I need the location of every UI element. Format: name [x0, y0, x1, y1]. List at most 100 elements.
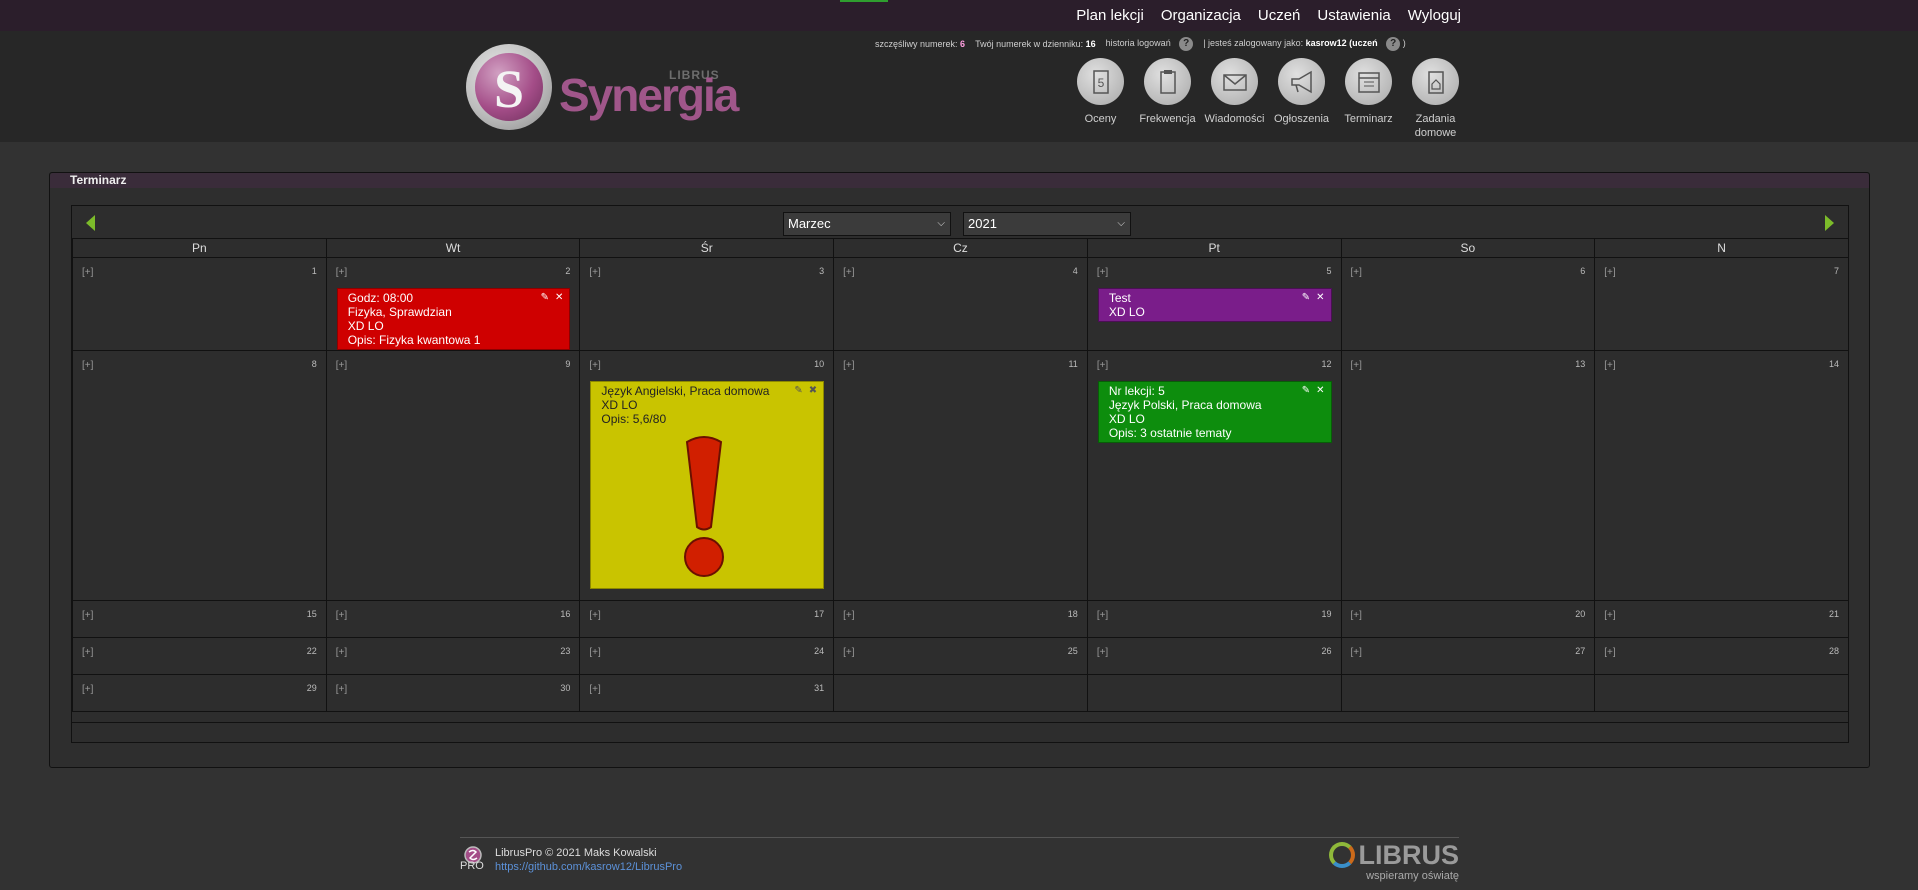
nav-wyloguj[interactable]: Wyloguj — [1408, 7, 1461, 24]
next-month-arrow-icon[interactable] — [1825, 215, 1834, 231]
add-event-button[interactable]: [+] — [843, 360, 854, 371]
calendar-icon — [1345, 58, 1392, 105]
add-event-button[interactable]: [+] — [82, 684, 93, 695]
add-event-button[interactable]: [+] — [1097, 647, 1108, 658]
top-bar: Plan lekcji Organizacja Uczeń Ustawienia… — [0, 0, 1918, 31]
module-zadania-domowe[interactable]: Zadania domowe — [1402, 58, 1469, 140]
weekday-header-row: Pn Wt Śr Cz Pt So N — [72, 238, 1849, 258]
add-event-button[interactable]: [+] — [336, 267, 347, 278]
edit-icon[interactable]: ✎ — [1302, 293, 1310, 303]
weekday-header: So — [1340, 238, 1596, 258]
nav-ustawienia[interactable]: Ustawienia — [1317, 7, 1390, 24]
edit-icon[interactable]: ✎ — [794, 386, 802, 396]
nav-uczen[interactable]: Uczeń — [1258, 7, 1301, 24]
day-cell: [+] 5 Test XD LO ✎ ✕ — [1086, 257, 1342, 351]
add-event-button[interactable]: [+] — [589, 360, 600, 371]
close-icon[interactable]: ✕ — [1316, 386, 1324, 396]
add-event-button[interactable]: [+] — [589, 684, 600, 695]
add-event-button[interactable]: [+] — [336, 360, 347, 371]
day-number: 24 — [814, 646, 825, 656]
lucky-number: szczęśliwy numerek: 6 — [875, 39, 965, 49]
add-event-button[interactable]: [+] — [336, 684, 347, 695]
help-icon[interactable]: ? — [1386, 37, 1401, 51]
event-line: Opis: 5,6/80 — [601, 412, 667, 426]
edit-icon[interactable]: ✎ — [1302, 386, 1310, 396]
add-event-button[interactable]: [+] — [1351, 267, 1362, 278]
add-event-button[interactable]: [+] — [1604, 360, 1615, 371]
module-label: Wiadomości — [1204, 113, 1265, 125]
event-card[interactable]: Godz: 08:00 Fizyka, Sprawdzian XD LO Opi… — [336, 288, 571, 350]
module-label: Zadania domowe — [1414, 113, 1457, 139]
module-oceny[interactable]: 5 Oceny — [1067, 58, 1134, 140]
exclamation-icon — [684, 436, 725, 577]
module-ogloszenia[interactable]: Ogłoszenia — [1268, 58, 1335, 140]
prev-month-arrow-icon[interactable] — [86, 215, 95, 231]
add-event-button[interactable]: [+] — [1097, 267, 1108, 278]
module-frekwencja[interactable]: Frekwencja — [1134, 58, 1201, 140]
weekday-header: Śr — [579, 238, 835, 258]
nav-plan-lekcji[interactable]: Plan lekcji — [1076, 7, 1144, 24]
add-event-button[interactable]: [+] — [589, 267, 600, 278]
add-event-button[interactable]: [+] — [589, 610, 600, 621]
day-number: 4 — [1072, 266, 1078, 276]
weekday-header: Pn — [72, 238, 327, 258]
add-event-button[interactable]: [+] — [1604, 647, 1615, 658]
panel-title: Terminarz — [50, 173, 1869, 188]
edit-icon[interactable]: ✎ — [541, 293, 549, 303]
add-event-button[interactable]: [+] — [1351, 360, 1362, 371]
add-event-button[interactable]: [+] — [1351, 647, 1362, 658]
footer-github-link[interactable]: https://github.com/kasrow12/LibrusPro — [495, 861, 682, 873]
event-line: Test — [1108, 291, 1131, 305]
day-number: 29 — [306, 683, 317, 693]
close-icon[interactable]: ✖ — [809, 386, 817, 396]
close-icon[interactable]: ✕ — [555, 293, 563, 303]
librus-tagline: wspieramy oświatę — [1366, 870, 1459, 882]
diary-number: Twój numerek w dzienniku: 16 — [975, 39, 1096, 49]
add-event-button[interactable]: [+] — [843, 267, 854, 278]
help-icon[interactable]: ? — [1179, 37, 1194, 51]
add-event-button[interactable]: [+] — [82, 610, 93, 621]
chevron-down-icon: ⌵ — [937, 218, 945, 229]
add-event-button[interactable]: [+] — [336, 647, 347, 658]
module-wiadomosci[interactable]: Wiadomości — [1201, 58, 1268, 140]
day-number: 12 — [1321, 359, 1332, 369]
user-info-line: szczęśliwy numerek: 6 Twój numerek w dzi… — [875, 37, 1406, 51]
year-select[interactable]: 2021 ⌵ — [963, 212, 1131, 236]
day-number: 28 — [1828, 646, 1839, 656]
add-event-button[interactable]: [+] — [1351, 610, 1362, 621]
nav-organizacja[interactable]: Organizacja — [1161, 7, 1241, 24]
librus-brand[interactable]: LIBRUS wspieramy oświatę — [1328, 842, 1459, 882]
add-event-button[interactable]: [+] — [1097, 360, 1108, 371]
day-cell: [+] 7 — [1594, 257, 1849, 351]
event-line: XD LO — [347, 319, 384, 333]
logged-in-user: kasrow12 (uczeń — [1305, 38, 1378, 48]
calendar-panel: Terminarz Marzec ⌵ 2021 ⌵ Pn Wt Śr Cz Pt — [49, 172, 1870, 768]
day-cell: [+] 10 Język Angielski, Praca domowa XD L… — [579, 350, 835, 601]
event-card[interactable]: Język Angielski, Praca domowa XD LO Opis… — [590, 381, 825, 589]
add-event-button[interactable]: [+] — [843, 647, 854, 658]
add-event-button[interactable]: [+] — [1604, 267, 1615, 278]
messages-icon — [1211, 58, 1258, 105]
accent-strip — [840, 0, 888, 2]
day-number: 14 — [1828, 359, 1839, 369]
module-label: Oceny — [1084, 113, 1117, 125]
add-event-button[interactable]: [+] — [82, 647, 93, 658]
weekday-header: Cz — [833, 238, 1088, 258]
weekday-header: Wt — [325, 238, 581, 258]
add-event-button[interactable]: [+] — [336, 610, 347, 621]
event-card[interactable]: Test XD LO ✎ ✕ — [1097, 288, 1332, 322]
add-event-button[interactable]: [+] — [589, 647, 600, 658]
add-event-button[interactable]: [+] — [82, 267, 93, 278]
add-event-button[interactable]: [+] — [843, 610, 854, 621]
month-select[interactable]: Marzec ⌵ — [783, 212, 951, 236]
add-event-button[interactable]: [+] — [82, 360, 93, 371]
calendar-nav: Marzec ⌵ 2021 ⌵ — [72, 206, 1848, 237]
module-terminarz[interactable]: Terminarz — [1335, 58, 1402, 140]
day-cell: [+] 8 — [72, 350, 327, 601]
event-card[interactable]: Nr lekcji: 5 Język Polski, Praca domowa … — [1097, 381, 1332, 443]
synergia-logo[interactable]: S LIBRUS Synergia — [466, 44, 739, 130]
close-icon[interactable]: ✕ — [1316, 293, 1324, 303]
add-event-button[interactable]: [+] — [1097, 610, 1108, 621]
add-event-button[interactable]: [+] — [1604, 610, 1615, 621]
day-number: 9 — [565, 359, 571, 369]
